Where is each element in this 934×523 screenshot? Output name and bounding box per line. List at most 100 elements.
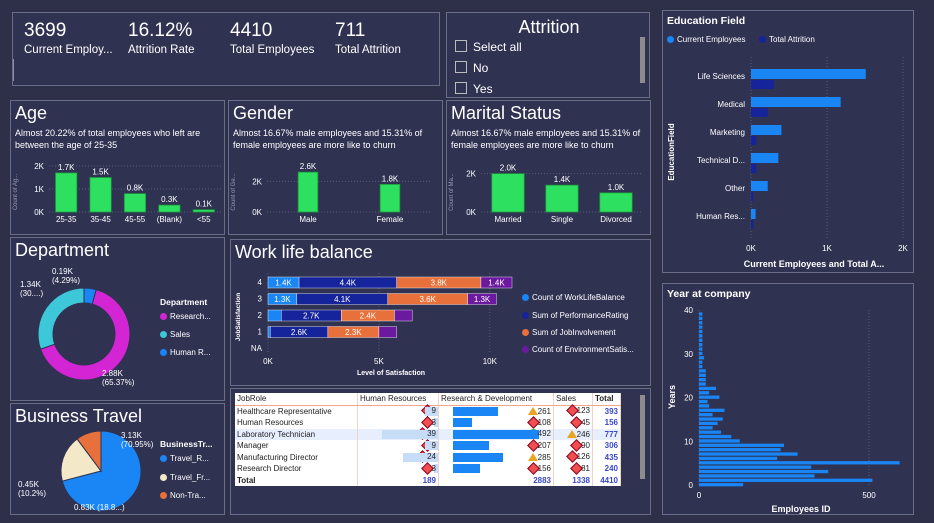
bar xyxy=(699,343,703,347)
y-tick-label: 2K xyxy=(34,162,44,171)
legend-dot-icon xyxy=(160,474,167,481)
age-bar-chart: Count of Ag... 0K 1K 2K 1.7K 25-35 1.5K 35-45 0.… xyxy=(13,162,221,224)
bar xyxy=(699,329,703,334)
table-total-row: Total 189 2883 1338 4410 xyxy=(235,474,621,486)
y-tick-label: 2K xyxy=(466,170,476,179)
col-header-hr[interactable]: Human Resources xyxy=(357,393,439,406)
attrition-slicer: Attrition Select all No Yes xyxy=(446,12,650,98)
slicer-option-no[interactable]: No xyxy=(455,61,488,75)
checkbox-icon[interactable] xyxy=(455,40,467,52)
jobrole-panel: JobRole Human Resources Research & Devel… xyxy=(230,388,651,515)
data-label: 1.4K xyxy=(488,279,505,288)
bar xyxy=(699,356,705,360)
bar xyxy=(699,338,703,342)
cell-rd: 492 xyxy=(438,428,554,440)
data-label: 0.1K xyxy=(196,200,213,209)
y-tick-label: 3 xyxy=(258,295,263,304)
cell-jobrole: Manufacturing Director xyxy=(235,451,358,463)
wlb-stacked-bar-chart: JobSatisfaction 0K 5K 10K Level of Satisfact… xyxy=(235,273,513,377)
bar xyxy=(699,461,900,465)
slicer-scrollbar[interactable] xyxy=(640,37,645,83)
bar xyxy=(123,193,147,213)
cell-jobrole: Research Director xyxy=(235,463,358,475)
cell-hr: 9 xyxy=(357,404,439,418)
y-axis-label: EducationField xyxy=(667,123,676,180)
cell-hr: 24 xyxy=(357,450,439,464)
bar xyxy=(751,164,757,173)
slicer-option-select-all[interactable]: Select all xyxy=(455,40,522,54)
cell-rd: 207 xyxy=(438,438,554,452)
gender-panel: Gender Almost 16.67% male employees and … xyxy=(228,100,443,235)
bar xyxy=(699,373,706,377)
years-bar-chart: Years 0 10 20 30 40 0 500 Employees ID xyxy=(667,306,900,514)
slicer-option-yes[interactable]: Yes xyxy=(455,82,493,96)
education-bar-chart: EducationField 0K 1K 2K Current Employees an… xyxy=(667,57,909,269)
x-tick-label: 500 xyxy=(862,491,876,500)
bar xyxy=(699,360,703,364)
kpi-current-employees-label: Current Employ... xyxy=(24,44,113,56)
table-scrollbar[interactable] xyxy=(640,395,645,479)
y-tick-label: 0 xyxy=(689,481,694,490)
table-row[interactable]: Manufacturing Director 24 285 126 435 xyxy=(235,450,621,464)
checkbox-icon[interactable] xyxy=(455,82,467,94)
bar xyxy=(751,136,757,145)
wlb-legend-environment: Count of EnvironmentSatis... xyxy=(522,345,634,354)
dept-legend-title: Department xyxy=(160,297,208,307)
bar xyxy=(158,204,181,213)
y-tick-label: 1K xyxy=(34,185,44,194)
y-axis-label: Count of Ge... xyxy=(231,173,237,211)
bar xyxy=(699,439,740,443)
bar xyxy=(699,465,812,469)
x-tick-label: 0K xyxy=(263,357,273,366)
cell-total: 306 xyxy=(592,440,621,452)
x-tick-label: <55 xyxy=(197,215,211,224)
dept-legend-sales: Sales xyxy=(160,330,190,339)
x-axis-label: Employees ID xyxy=(771,504,831,514)
bar xyxy=(699,430,722,434)
x-tick-label: Single xyxy=(551,215,574,224)
y-tick-label: 0K xyxy=(252,208,262,217)
bar xyxy=(751,80,774,89)
marital-title: Marital Status xyxy=(451,103,562,123)
kpi-divider xyxy=(13,59,14,81)
bar xyxy=(491,173,525,213)
bar xyxy=(751,125,782,135)
col-header-total[interactable]: Total xyxy=(592,393,621,406)
table-row[interactable]: Healthcare Representative 9 261 123 393 xyxy=(235,404,621,418)
bar xyxy=(699,347,703,351)
cell-sales: 126 xyxy=(553,450,593,464)
cell-bar xyxy=(453,441,489,450)
y-tick-label: 10 xyxy=(684,437,693,446)
kpi-total-attrition-label: Total Attrition xyxy=(335,44,401,56)
checkbox-icon[interactable] xyxy=(455,61,467,73)
bar xyxy=(699,351,703,356)
table-row[interactable]: Research Director 3 156 81 240 xyxy=(235,461,621,475)
bar xyxy=(751,97,841,107)
bar xyxy=(699,413,713,417)
data-label: 2.7K xyxy=(303,312,320,321)
legend-dot-icon xyxy=(160,349,167,356)
table-row[interactable]: Manager 9 207 90 306 xyxy=(235,438,621,452)
data-label: 4.4K xyxy=(340,279,357,288)
x-tick-label: 2K xyxy=(898,244,908,253)
bar xyxy=(699,421,718,426)
col-header-jobrole[interactable]: JobRole xyxy=(235,393,358,406)
col-header-sales[interactable]: Sales xyxy=(553,393,593,406)
table-row[interactable]: Human Resources 3 108 45 156 xyxy=(235,415,621,429)
marital-subtitle: Almost 16.67% male employees and 15.31% … xyxy=(451,128,641,150)
bar xyxy=(751,181,768,191)
bar xyxy=(699,478,873,482)
bar xyxy=(699,452,798,456)
col-header-rd[interactable]: Research & Development xyxy=(438,393,554,406)
cell-rd: 285 xyxy=(438,451,554,463)
wlb-title: Work life balance xyxy=(235,242,373,262)
bar xyxy=(751,209,756,219)
legend-dot-icon xyxy=(160,455,167,462)
y-tick-label: 2K xyxy=(252,177,262,186)
dept-label-sales: 1.34K (30....) xyxy=(20,280,44,298)
total-cell: 1338 xyxy=(553,474,593,486)
y-tick-label: 4 xyxy=(258,278,263,287)
y-tick-label: Life Sciences xyxy=(697,72,745,81)
legend-dot-icon xyxy=(522,346,529,353)
table-row[interactable]: Laboratory Technician 39 492 246 777 xyxy=(235,427,621,441)
